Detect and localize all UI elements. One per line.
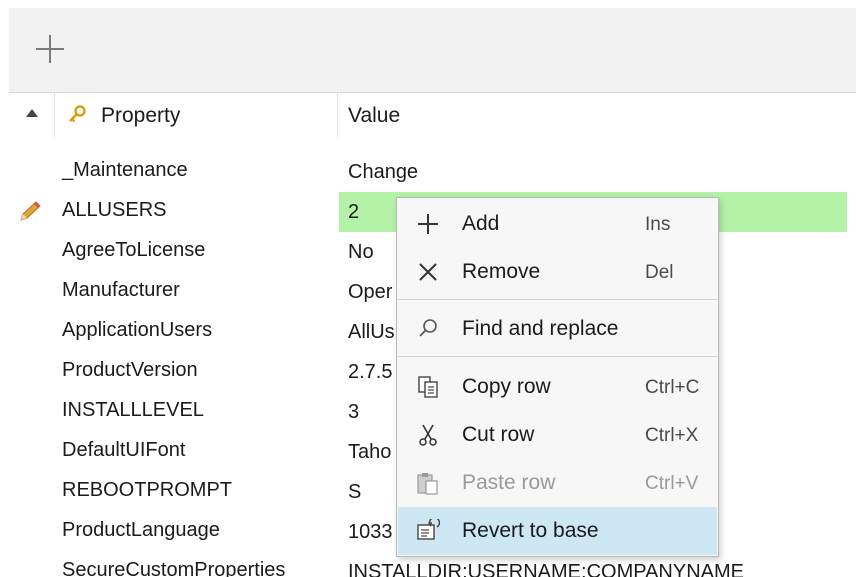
menu-item-shortcut: Ctrl+C [645,377,700,398]
menu-item-label: Find and replace [462,317,619,340]
scissors-icon [419,424,437,446]
sort-asc-icon[interactable] [26,109,38,117]
menu-separator [398,356,717,357]
value-cell[interactable]: 3 [339,392,359,432]
property-cell[interactable]: SecureCustomProperties [62,559,285,577]
property-cell[interactable]: INSTALLLEVEL [62,399,204,422]
property-cell[interactable]: Manufacturer [62,279,180,302]
menu-item-shortcut: Ins [645,214,671,235]
property-cell[interactable]: ProductLanguage [62,519,220,542]
menu-item-shortcut: Ctrl+V [645,473,699,494]
value-cell[interactable]: 1033 [339,512,393,552]
property-cell[interactable]: DefaultUIFont [62,439,185,462]
value-cell[interactable]: 2.7.5 [339,352,392,392]
plus-icon [418,214,438,234]
column-separator[interactable] [337,93,338,137]
property-cell[interactable]: _Maintenance [62,159,188,182]
plus-icon[interactable] [33,32,67,66]
menu-item-remove[interactable]: Remove Del [398,248,717,296]
menu-item-paste-row[interactable]: Paste row Ctrl+V [398,459,717,507]
toolbar [9,8,856,93]
close-icon [419,263,437,281]
column-header-property[interactable]: Property [101,104,180,128]
property-cell[interactable]: REBOOTPROMPT [62,479,232,502]
revert-icon [417,519,440,540]
table-header: Property Value [9,93,856,137]
value-cell[interactable]: Change [339,152,418,192]
value-cell[interactable]: No [339,232,374,272]
menu-item-label: Cut row [462,423,535,446]
property-cell[interactable]: ALLUSERS [62,199,167,222]
value-cell[interactable]: Taho [339,432,391,472]
menu-separator [398,299,717,300]
search-icon [419,319,437,337]
value-cell[interactable]: Oper [339,272,392,312]
value-cell[interactable]: AllUs [339,312,395,352]
property-cell[interactable]: AgreeToLicense [62,239,205,262]
menu-item-cut-row[interactable]: Cut row Ctrl+X [398,411,717,459]
column-separator[interactable] [54,93,55,137]
property-cell[interactable]: ApplicationUsers [62,319,212,342]
menu-item-add[interactable]: Add Ins [398,200,717,248]
table-row[interactable]: _Maintenance Change [0,152,856,192]
menu-item-label: Copy row [462,375,551,398]
menu-item-revert-to-base[interactable]: Revert to base [398,507,717,555]
key-icon [69,105,86,123]
menu-item-copy-row[interactable]: Copy row Ctrl+C [398,363,717,411]
paste-icon [417,473,438,495]
menu-item-label: Revert to base [462,519,599,542]
menu-item-shortcut: Ctrl+X [645,425,699,446]
menu-item-label: Add [462,212,500,235]
pencil-icon [20,201,41,221]
menu-item-shortcut: Del [645,262,674,283]
menu-item-label: Paste row [462,471,556,494]
property-cell[interactable]: ProductVersion [62,359,198,382]
context-menu: Add Ins Remove Del Find and replace Copy… [396,197,719,557]
copy-icon [418,376,438,398]
value-cell[interactable]: S [339,472,361,512]
menu-item-find-and-replace[interactable]: Find and replace [398,305,717,353]
menu-item-label: Remove [462,260,541,283]
column-header-value[interactable]: Value [348,104,400,128]
